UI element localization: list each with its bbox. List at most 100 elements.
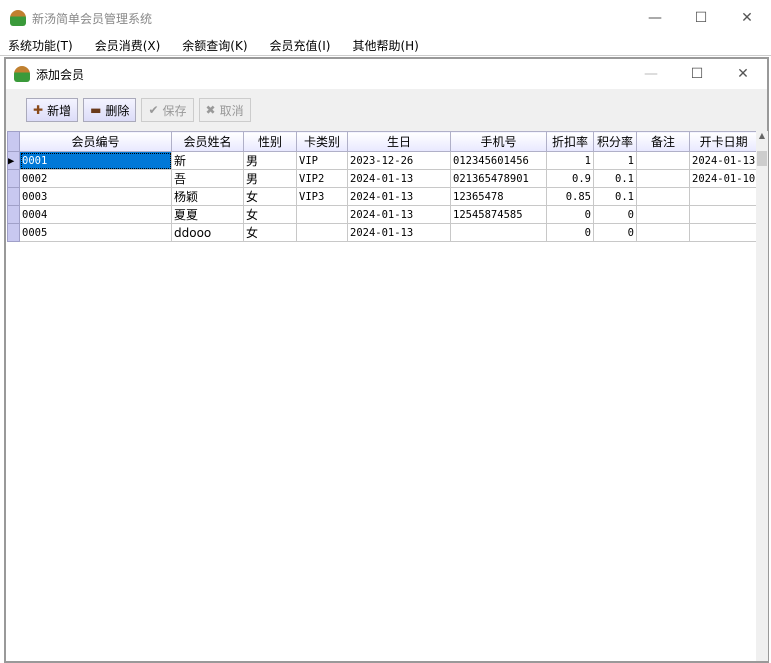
table-cell[interactable]: 0.85 <box>546 187 594 206</box>
row-indicator[interactable] <box>7 223 20 242</box>
menu-help[interactable]: 其他帮助(H) <box>352 37 418 54</box>
table-cell[interactable]: 女 <box>243 205 297 224</box>
table-cell[interactable]: 0 <box>546 223 594 242</box>
table-cell[interactable]: VIP3 <box>296 187 348 206</box>
row-indicator[interactable] <box>7 205 20 224</box>
child-maximize-button[interactable]: ☐ <box>674 59 720 89</box>
child-close-button[interactable]: ✕ <box>720 59 766 89</box>
table-cell[interactable]: 0 <box>593 223 637 242</box>
table-cell[interactable]: 吾 <box>171 169 244 188</box>
column-header[interactable]: 性别 <box>243 131 297 152</box>
menu-recharge[interactable]: 会员充值(I) <box>270 37 331 54</box>
table-cell[interactable]: 0001 <box>19 151 172 170</box>
column-header[interactable]: 积分率 <box>593 131 637 152</box>
cancel-button[interactable]: ✖ 取消 <box>198 98 251 122</box>
table-row[interactable]: ▶ 0001 新男 VIP 2023-12-26 012345601456 1 1 2024-0… <box>7 151 759 170</box>
table-cell[interactable] <box>636 169 690 188</box>
table-cell[interactable]: 021365478901 <box>450 169 547 188</box>
table-cell[interactable]: ddooo <box>171 223 244 242</box>
table-cell[interactable]: 012345601456 <box>450 151 547 170</box>
column-header[interactable]: 手机号 <box>450 131 547 152</box>
table-cell[interactable] <box>296 223 348 242</box>
table-cell[interactable]: 男 <box>243 169 297 188</box>
table-cell[interactable]: VIP <box>296 151 348 170</box>
vertical-scrollbar[interactable]: ▲ <box>756 131 768 661</box>
table-cell[interactable]: 2024-01-13 <box>347 205 451 224</box>
table-cell[interactable]: 2023-12-26 <box>347 151 451 170</box>
member-grid[interactable]: 会员编号 会员姓名 性别 卡类别 生日 手机号 折扣率 积分率 备注 开卡日期 ▶ 0001 新男 VI… <box>7 131 768 661</box>
menu-bar: 系统功能(T) 会员消费(X) 余额查询(K) 会员充值(I) 其他帮助(H) <box>0 36 771 56</box>
menu-consume[interactable]: 会员消费(X) <box>95 37 161 54</box>
table-cell[interactable]: 0004 <box>19 205 172 224</box>
add-button[interactable]: ✚ 新增 <box>26 98 79 122</box>
table-cell[interactable] <box>636 223 690 242</box>
table-cell[interactable]: 12545874585 <box>450 205 547 224</box>
add-member-window: 添加会员 — ☐ ✕ ✚ 新增 ▬ 删除 ✔ 保存 ✖ 取消 会员编号 会员姓名 性别 卡类别… <box>4 57 769 663</box>
table-cell[interactable]: 新 <box>171 151 244 170</box>
menu-system[interactable]: 系统功能(T) <box>8 37 73 54</box>
table-cell[interactable]: 0 <box>593 205 637 224</box>
x-icon: ✖ <box>205 103 216 117</box>
table-cell[interactable]: 2024-01-13 <box>347 223 451 242</box>
table-cell[interactable]: 0005 <box>19 223 172 242</box>
table-cell[interactable] <box>688 223 759 242</box>
table-cell[interactable] <box>688 187 759 206</box>
table-cell[interactable]: 女 <box>243 187 297 206</box>
table-cell[interactable]: 2024-01-13 <box>688 151 759 170</box>
table-cell[interactable]: 0.1 <box>593 169 637 188</box>
minus-icon: ▬ <box>90 103 102 117</box>
table-cell[interactable]: 1 <box>546 151 594 170</box>
app-title: 新汤简单会员管理系统 <box>32 11 153 26</box>
table-cell[interactable]: 杨颖 <box>171 187 244 206</box>
close-button[interactable]: ✕ <box>724 0 770 36</box>
members-icon <box>14 66 30 82</box>
table-row[interactable]: 0005 ddooo 女 2024-01-13 0 0 <box>7 223 759 242</box>
delete-button[interactable]: ▬ 删除 <box>83 98 137 122</box>
check-icon: ✔ <box>148 103 159 117</box>
app-titlebar: 新汤简单会员管理系统 — ☐ ✕ <box>0 0 771 36</box>
save-button[interactable]: ✔ 保存 <box>141 98 194 122</box>
table-cell[interactable] <box>636 151 690 170</box>
table-cell[interactable]: 女 <box>243 223 297 242</box>
scroll-up-icon[interactable]: ▲ <box>756 131 768 140</box>
table-cell[interactable]: 0.1 <box>593 187 637 206</box>
table-cell[interactable]: 夏夏 <box>171 205 244 224</box>
column-header[interactable]: 会员姓名 <box>171 131 244 152</box>
table-cell[interactable]: 2024-01-10 <box>688 169 759 188</box>
table-cell[interactable]: 1 <box>593 151 637 170</box>
column-header[interactable]: 备注 <box>636 131 690 152</box>
column-header[interactable]: 开卡日期 <box>688 131 759 152</box>
column-header[interactable]: 生日 <box>347 131 451 152</box>
row-indicator[interactable] <box>7 187 20 206</box>
table-row[interactable]: 0004 夏夏女 2024-01-13 12545874585 0 0 <box>7 205 759 224</box>
member-table: 会员编号 会员姓名 性别 卡类别 生日 手机号 折扣率 积分率 备注 开卡日期 ▶ 0001 新男 VI… <box>7 131 759 242</box>
table-cell[interactable]: 12365478 <box>450 187 547 206</box>
table-cell[interactable]: 男 <box>243 151 297 170</box>
minimize-button[interactable]: — <box>632 0 678 36</box>
table-cell[interactable]: 2024-01-13 <box>347 187 451 206</box>
table-cell[interactable]: 2024-01-13 <box>347 169 451 188</box>
table-cell[interactable]: 0003 <box>19 187 172 206</box>
table-row[interactable]: 0003 杨颖女 VIP3 2024-01-13 12365478 0.85 0.1 <box>7 187 759 206</box>
table-cell[interactable] <box>450 223 547 242</box>
row-indicator[interactable]: ▶ <box>7 151 20 170</box>
table-cell[interactable] <box>296 205 348 224</box>
table-row[interactable]: 0002 吾男 VIP2 2024-01-13 021365478901 0.9 0.1 20… <box>7 169 759 188</box>
child-minimize-button[interactable]: — <box>628 59 674 89</box>
table-cell[interactable]: 0002 <box>19 169 172 188</box>
column-header[interactable]: 会员编号 <box>19 131 172 152</box>
column-header[interactable]: 折扣率 <box>546 131 594 152</box>
table-cell[interactable]: VIP2 <box>296 169 348 188</box>
table-cell[interactable] <box>636 187 690 206</box>
maximize-button[interactable]: ☐ <box>678 0 724 36</box>
table-cell[interactable]: 0.9 <box>546 169 594 188</box>
scroll-thumb[interactable] <box>757 151 767 166</box>
column-header[interactable]: 卡类别 <box>296 131 348 152</box>
table-cell[interactable]: 0 <box>546 205 594 224</box>
row-indicator[interactable] <box>7 169 20 188</box>
app-user-icon <box>10 10 26 26</box>
table-cell[interactable] <box>636 205 690 224</box>
table-cell[interactable] <box>688 205 759 224</box>
header-indicator <box>7 131 20 152</box>
menu-balance[interactable]: 余额查询(K) <box>182 37 247 54</box>
